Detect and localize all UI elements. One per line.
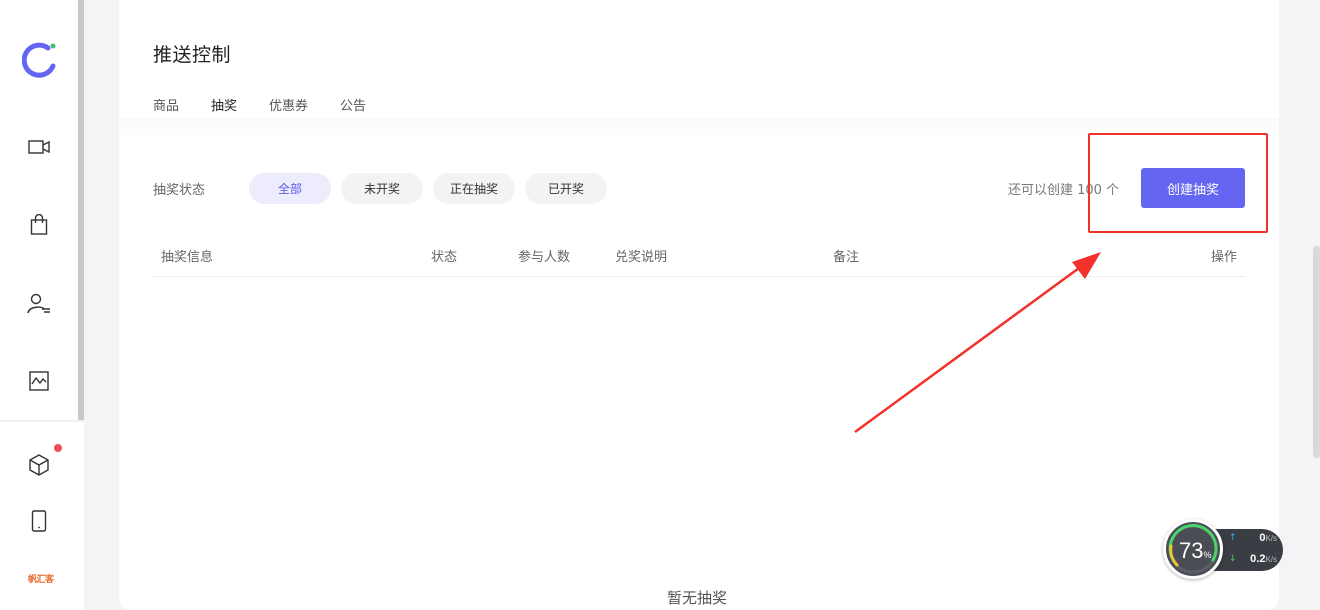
page-scrollbar[interactable] — [1313, 246, 1320, 458]
cube-icon[interactable] — [26, 452, 52, 478]
filter-label: 抽奖状态 — [153, 182, 206, 198]
chip-drawing[interactable]: 正在抽奖 — [433, 172, 515, 204]
user-list-icon[interactable] — [26, 291, 52, 317]
upload-speed: 0K/s — [1259, 532, 1277, 544]
column-header: 操作 — [1210, 250, 1237, 265]
notification-dot — [54, 444, 62, 452]
status-filter: 抽奖状态 全部 未开奖 正在抽奖 已开奖 — [153, 172, 617, 204]
column-header: 抽奖信息 — [161, 250, 214, 265]
chip-all[interactable]: 全部 — [249, 172, 331, 204]
table-header: 抽奖信息 状态 参与人数 兑奖说明 备注 操作 — [153, 232, 1245, 277]
column-header: 状态 — [431, 250, 458, 265]
video-camera-icon[interactable] — [26, 134, 52, 160]
usage-percent: 73% — [1179, 538, 1212, 563]
network-speed-widget[interactable]: 73% ↑ 0K/s ↓ 0.2K/s — [1163, 519, 1285, 581]
page-title: 推送控制 — [153, 44, 232, 66]
sidebar-divider — [0, 420, 84, 422]
column-header: 兑奖说明 — [615, 250, 668, 265]
chart-frame-icon[interactable] — [26, 368, 52, 394]
download-speed: 0.2K/s — [1250, 553, 1277, 565]
annotation-highlight-box — [1088, 133, 1268, 233]
chip-not-drawn[interactable]: 未开奖 — [341, 172, 423, 204]
column-header: 备注 — [833, 250, 860, 265]
main-card: 推送控制 商品 抽奖 优惠券 公告 抽奖状态 全部 未开奖 正在抽奖 已开奖 还… — [119, 0, 1279, 610]
mobile-phone-icon[interactable] — [26, 508, 52, 534]
app-logo[interactable] — [21, 40, 60, 80]
shopping-bag-icon[interactable] — [26, 212, 52, 238]
chip-drawn[interactable]: 已开奖 — [525, 172, 607, 204]
memory-usage-ring: 73% — [1163, 519, 1223, 579]
sidebar-scrollbar[interactable] — [78, 0, 84, 420]
empty-state-text: 暂无抽奖 — [667, 589, 728, 607]
column-header: 参与人数 — [518, 250, 571, 265]
brand-mark: 帆汇客 — [28, 575, 54, 585]
sidebar: 帆汇客 — [0, 0, 84, 610]
